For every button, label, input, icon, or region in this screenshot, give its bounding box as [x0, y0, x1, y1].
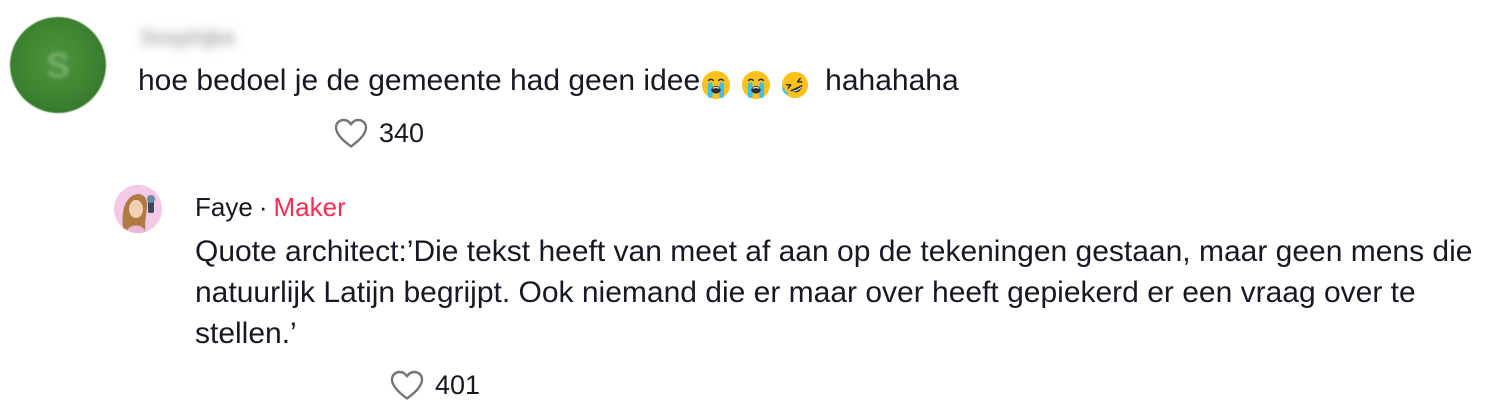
like-button[interactable]: 401 — [389, 368, 480, 402]
loudly-crying-face-icon — [741, 71, 770, 100]
avatar-image — [114, 185, 162, 233]
avatar[interactable]: S — [10, 17, 106, 113]
heart-outline-icon[interactable] — [333, 117, 369, 149]
creator-badge: Maker — [273, 192, 346, 222]
emoji-group — [701, 65, 811, 103]
separator-dot: · — [258, 192, 268, 222]
like-count: 340 — [379, 118, 425, 148]
heart-outline-icon[interactable] — [389, 369, 425, 401]
loudly-crying-face-icon — [702, 71, 731, 100]
rolling-on-the-floor-laughing-icon — [781, 71, 808, 99]
like-button[interactable]: 340 — [333, 116, 424, 150]
comment-username[interactable]: Sosphijke — [140, 25, 258, 51]
comment-text-suffix: hahahaha — [816, 64, 959, 97]
avatar-initial: S — [46, 47, 70, 85]
comment-text-body: hoe bedoel je de gemeente had geen idee — [138, 64, 701, 97]
reply-author[interactable]: Faye — [195, 192, 253, 222]
reply-item: Faye · Maker Quote architect:’Die tekst he… — [0, 175, 1496, 416]
comment-text: hoe bedoel je de gemeente had geen idee — [138, 62, 959, 103]
comment-item: S Sosphijke hoe bedoel je de gemeente ha… — [0, 0, 1496, 170]
reply-text: Quote architect:’Die tekst heeft van mee… — [195, 235, 1473, 350]
avatar[interactable] — [114, 185, 162, 233]
reply-header: Faye · Maker — [195, 191, 346, 223]
like-count: 401 — [435, 370, 481, 400]
